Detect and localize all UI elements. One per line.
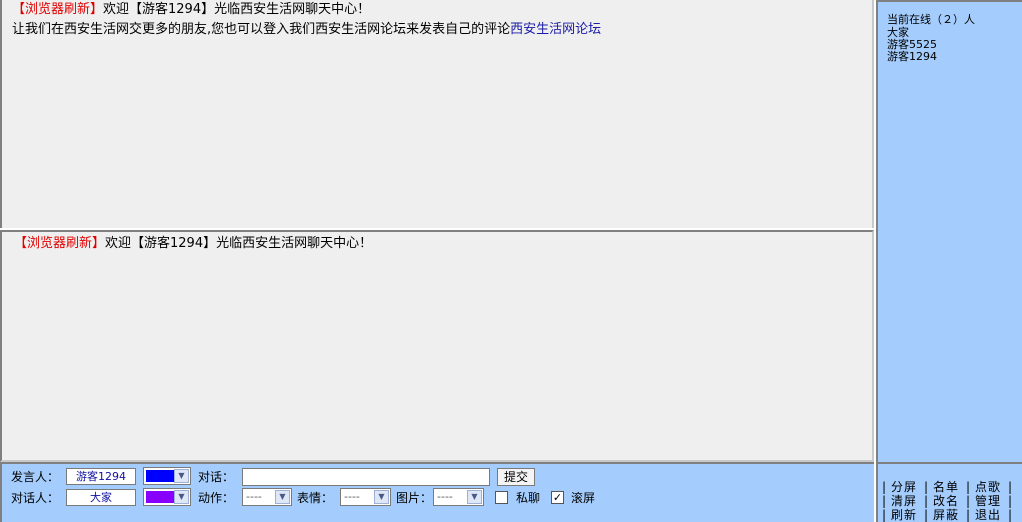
private-chat-checkbox[interactable] xyxy=(495,491,508,504)
auto-scroll-label: 滚屏 xyxy=(571,491,596,505)
expression-value: ---- xyxy=(344,490,360,503)
chat-message: 让我们在西安生活网交更多的朋友,您也可以登入我们西安生活网论坛来发表自己的评论西… xyxy=(12,22,601,38)
split-screen-button[interactable]: 分屏 xyxy=(891,480,917,494)
separator: | xyxy=(882,480,887,494)
chevron-down-icon: ▼ xyxy=(174,469,189,483)
expression-select[interactable]: ---- ▼ xyxy=(340,488,391,506)
chevron-down-icon: ▼ xyxy=(374,490,389,504)
private-chat-label: 私聊 xyxy=(516,491,541,505)
separator: | xyxy=(966,494,971,508)
separator: | xyxy=(1008,508,1013,522)
refresh-button[interactable]: 刷新 xyxy=(891,508,917,522)
command-panel: | | | 分屏 清屏 刷新 | | | 名单 改名 屏蔽 | | | 点歌 管… xyxy=(876,462,1022,522)
action-select[interactable]: ---- ▼ xyxy=(242,488,292,506)
separator: | xyxy=(924,480,929,494)
picture-label: 图片： xyxy=(396,491,433,505)
speaker-label: 发言人： xyxy=(11,470,60,484)
chat-message: 【浏览器刷新】欢迎【游客1294】光临西安生活网聊天中心！ xyxy=(12,2,370,18)
forum-link[interactable]: 西安生活网论坛 xyxy=(510,22,601,37)
separator: | xyxy=(924,494,929,508)
separator: | xyxy=(1008,480,1013,494)
separator: | xyxy=(1008,494,1013,508)
separator: | xyxy=(882,494,887,508)
picture-value: ---- xyxy=(437,490,453,503)
message-input[interactable] xyxy=(242,468,490,486)
dialog-label: 对话： xyxy=(198,470,235,484)
color-swatch xyxy=(146,470,174,482)
user-list-button[interactable]: 名单 xyxy=(933,480,959,494)
block-button[interactable]: 屏蔽 xyxy=(933,508,959,522)
target-label: 对话人： xyxy=(11,491,60,505)
system-tag: 【浏览器刷新】 xyxy=(12,2,104,17)
separator: | xyxy=(966,480,971,494)
action-value: ---- xyxy=(246,490,262,503)
target-color-select[interactable]: ▼ xyxy=(143,488,191,506)
chevron-down-icon: ▼ xyxy=(467,490,482,504)
exit-button[interactable]: 退出 xyxy=(975,508,1001,522)
auto-scroll-checkbox[interactable]: ✓ xyxy=(551,491,564,504)
private-chat-pane[interactable]: 【浏览器刷新】欢迎【游客1294】光临西安生活网聊天中心！ xyxy=(0,230,874,462)
message-text: 欢迎【游客1294】光临西安生活网聊天中心！ xyxy=(103,2,371,17)
chevron-down-icon: ▼ xyxy=(275,490,290,504)
user-entry[interactable]: 游客1294 xyxy=(887,51,937,63)
admin-button[interactable]: 管理 xyxy=(975,494,1001,508)
request-song-button[interactable]: 点歌 xyxy=(975,480,1001,494)
chevron-down-icon: ▼ xyxy=(174,490,189,504)
separator: | xyxy=(966,508,971,522)
picture-select[interactable]: ---- ▼ xyxy=(433,488,484,506)
message-text: 欢迎【游客1294】光临西安生活网聊天中心！ xyxy=(105,236,373,251)
message-text: 让我们在西安生活网交更多的朋友,您也可以登入我们西安生活网论坛来发表自己的评论 xyxy=(12,22,511,37)
separator: | xyxy=(882,508,887,522)
expression-label: 表情： xyxy=(297,491,334,505)
speaker-name-field[interactable]: 游客1294 xyxy=(66,468,136,485)
action-label: 动作： xyxy=(198,491,235,505)
public-chat-pane[interactable]: 【浏览器刷新】欢迎【游客1294】光临西安生活网聊天中心！ 让我们在西安生活网交… xyxy=(0,0,874,230)
system-tag: 【浏览器刷新】 xyxy=(14,236,106,251)
clear-screen-button[interactable]: 清屏 xyxy=(891,494,917,508)
speaker-color-select[interactable]: ▼ xyxy=(143,467,191,485)
submit-button[interactable]: 提交 xyxy=(497,468,535,486)
chat-message: 【浏览器刷新】欢迎【游客1294】光临西安生活网聊天中心！ xyxy=(14,236,372,252)
online-users-panel: 当前在线（２）人 大家 游客5525 游客1294 xyxy=(876,0,1022,462)
separator: | xyxy=(924,508,929,522)
rename-button[interactable]: 改名 xyxy=(933,494,959,508)
target-name-field[interactable]: 大家 xyxy=(66,489,136,506)
color-swatch xyxy=(146,491,174,503)
online-count: 当前在线（２）人 xyxy=(887,13,975,26)
